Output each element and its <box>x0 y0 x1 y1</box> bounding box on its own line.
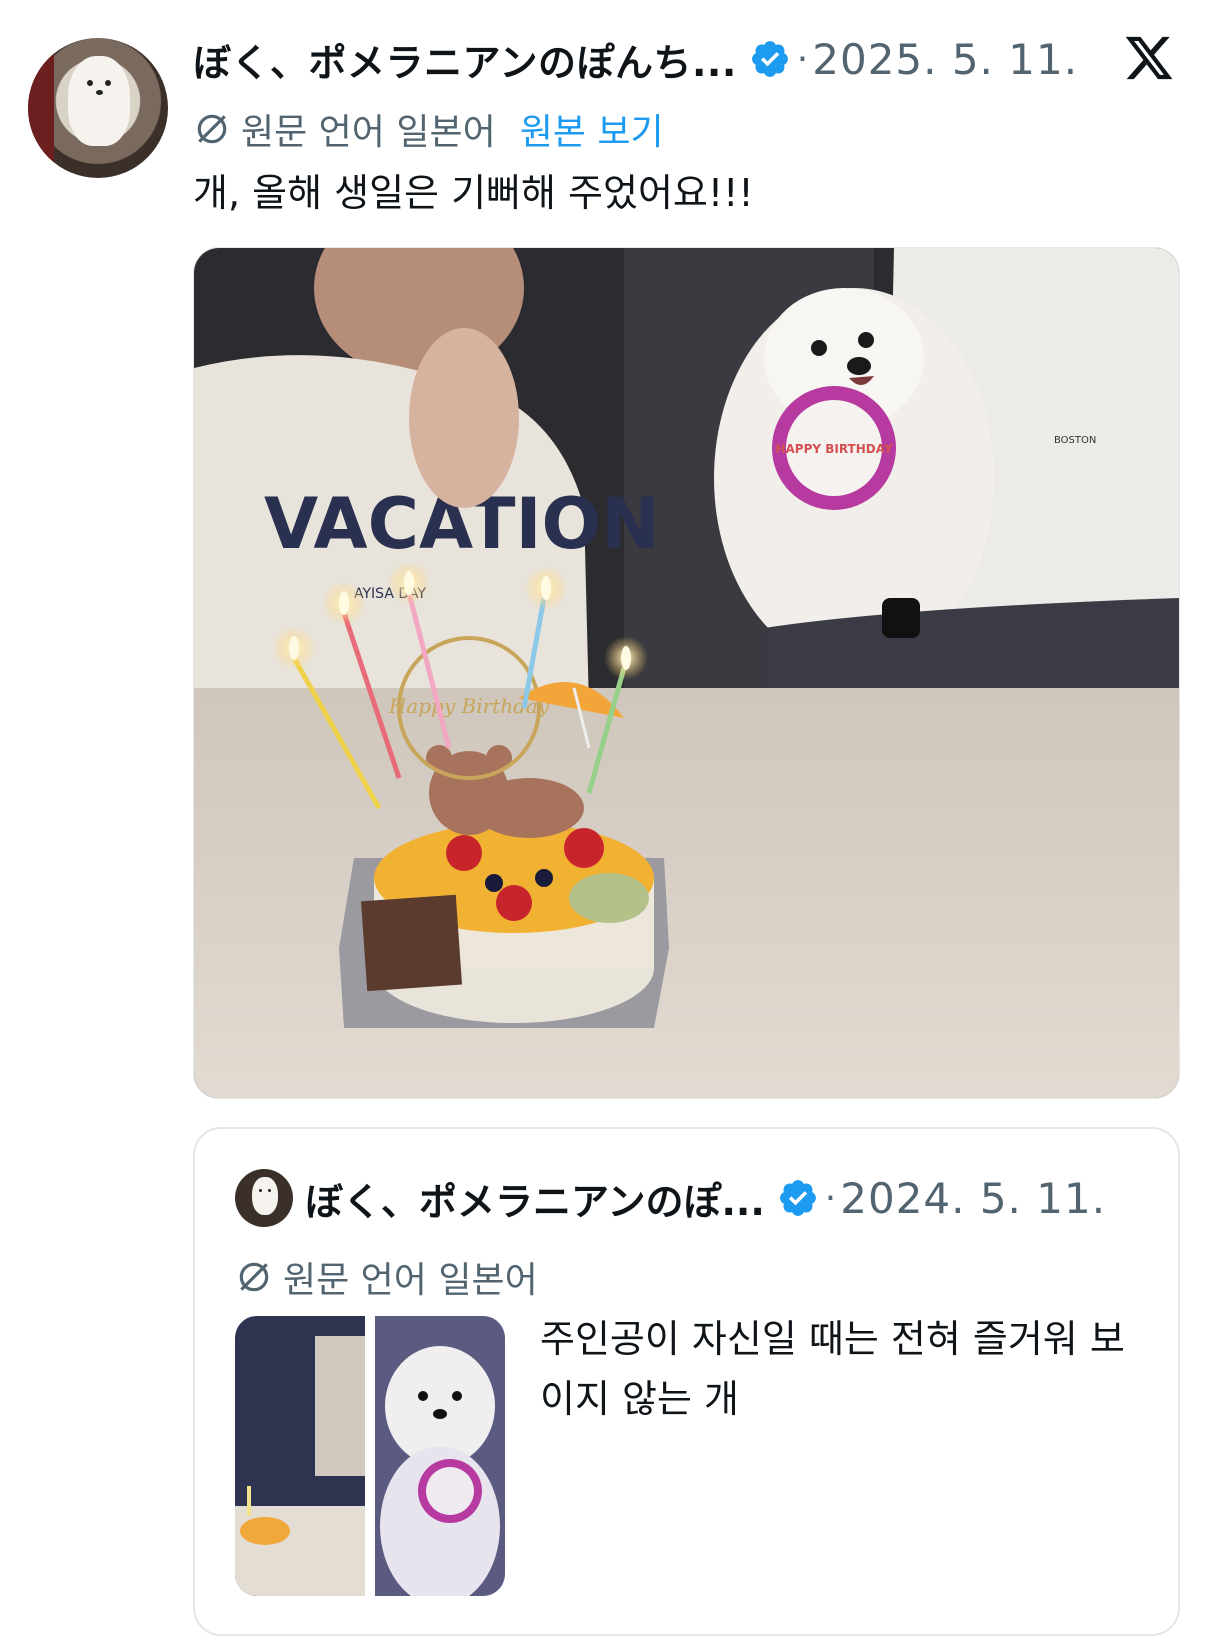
verified-badge-icon <box>751 41 788 77</box>
quoted-translation-row: 원문 언어 일본어 <box>235 1251 538 1303</box>
shirt-print-right: BOSTON <box>1054 435 1096 446</box>
quoted-tweet-text: 주인공이 자신일 때는 전혀 즐거워 보이지 않는 개 <box>540 1317 1125 1421</box>
quoted-photo-image <box>235 1316 505 1596</box>
quoted-translation-label: 원문 언어 일본어 <box>283 1260 538 1301</box>
show-original-link[interactable]: 원본 보기 <box>520 103 664 155</box>
author-name[interactable]: ぼく、ポメラニアンのぽんち... <box>193 32 737 87</box>
translation-row: 원문 언어 일본어 원본 보기 <box>193 103 664 155</box>
quoted-author-name: ぼく、ポメラニアンのぽ... <box>305 1179 765 1224</box>
tweet-text: 개, 올해 생일은 기뻐해 주었어요!!! <box>193 171 754 215</box>
translate-icon <box>239 1262 269 1292</box>
separator-dot: · <box>824 1177 837 1219</box>
dog-face <box>83 78 115 98</box>
quoted-tweet-thumbnail <box>235 1316 505 1596</box>
birthday-photo-image: VACATION AYISA DAY BOSTON HAPPY BIRTHDAY <box>194 248 1179 1098</box>
dog-figure <box>68 56 130 146</box>
dog-badge-text: HAPPY BIRTHDAY <box>775 442 892 456</box>
avatar-background <box>28 38 54 178</box>
translation-label: 원문 언어 일본어 <box>241 112 496 153</box>
quoted-tweet-header: ぼく、ポメラニアンのぽ... · 2024. 5. 11. <box>235 1167 1106 1229</box>
tweet-date[interactable]: 2025. 5. 11. <box>812 35 1078 84</box>
verified-badge-icon <box>779 1180 816 1216</box>
x-logo-icon[interactable] <box>1123 32 1175 84</box>
separator-dot: · <box>796 38 809 80</box>
translate-icon <box>197 114 227 144</box>
tweet-photo[interactable]: VACATION AYISA DAY BOSTON HAPPY BIRTHDAY <box>193 247 1180 1099</box>
author-avatar[interactable] <box>28 38 168 178</box>
quoted-tweet-date: 2024. 5. 11. <box>840 1173 1107 1223</box>
quoted-tweet[interactable]: ぼく、ポメラニアンのぽ... · 2024. 5. 11. 원문 언어 일본어 <box>193 1127 1180 1636</box>
quoted-author-avatar <box>235 1169 293 1227</box>
tweet-header: ぼく、ポメラニアンのぽんち... · 2025. 5. 11. <box>193 28 1078 90</box>
